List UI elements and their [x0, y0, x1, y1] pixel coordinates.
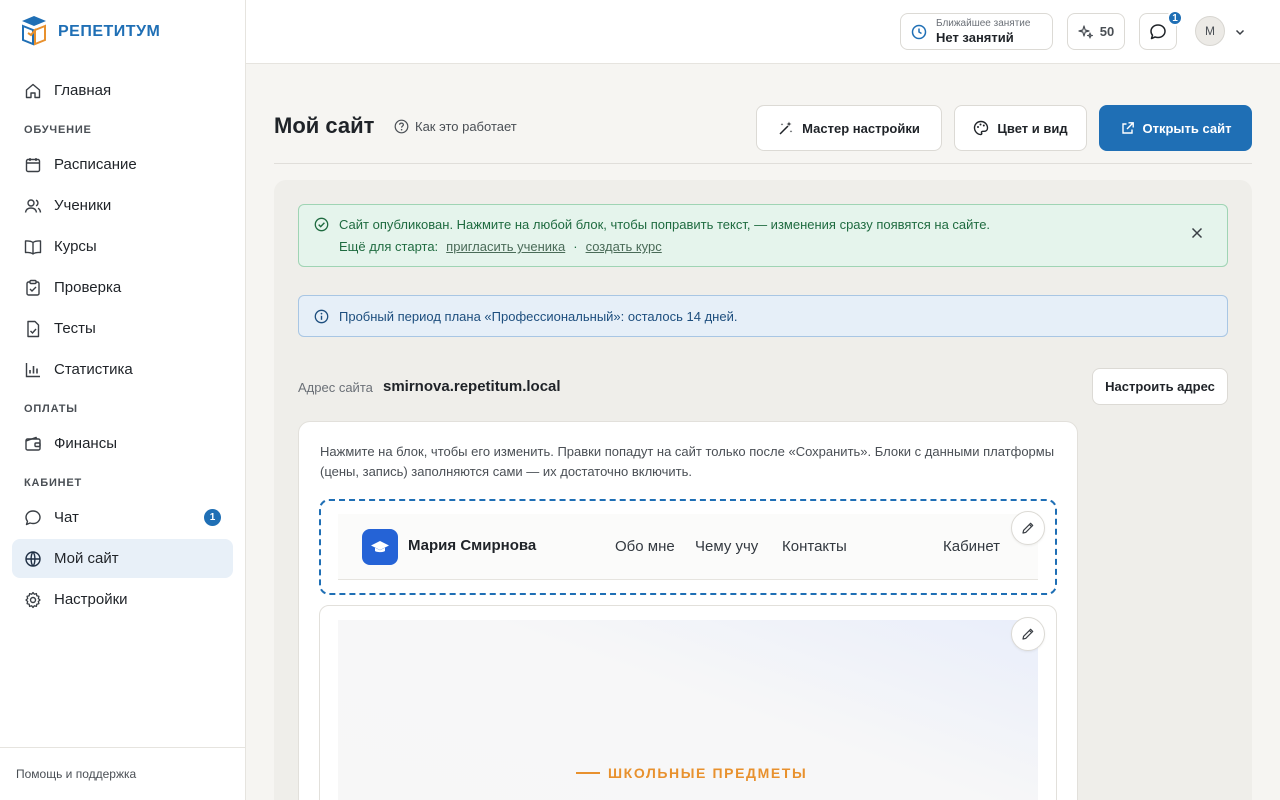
- palette-icon: [974, 120, 989, 136]
- create-course-link[interactable]: создать курс: [586, 239, 662, 254]
- brand-name: РЕПЕТИТУМ: [58, 23, 161, 40]
- chat-bubble-icon: [1150, 23, 1166, 39]
- bar-chart-icon: [25, 362, 40, 377]
- users-icon: [24, 198, 42, 213]
- site-menu-subjects[interactable]: Чему учу: [695, 538, 758, 555]
- sidebar-item-my-site[interactable]: Мой сайт: [12, 539, 233, 578]
- configure-address-button[interactable]: Настроить адрес: [1092, 368, 1228, 405]
- header-divider: [274, 163, 1252, 164]
- edit-header-block-button[interactable]: [1011, 511, 1045, 545]
- brand-logo[interactable]: РЕПЕТИТУМ: [20, 14, 161, 51]
- quick-start-links: Ещё для старта: пригласить ученика · соз…: [339, 239, 662, 254]
- help-circle-icon: [394, 119, 409, 134]
- chevron-down-icon[interactable]: [1234, 25, 1246, 43]
- clock-icon: [911, 24, 927, 39]
- site-menu-contacts[interactable]: Контакты: [782, 538, 847, 555]
- external-link-icon: [1121, 121, 1134, 134]
- book-icon: [24, 239, 42, 255]
- setup-wizard-label: Мастер настройки: [802, 120, 920, 136]
- trial-alert: Пробный период плана «Профессиональный»:…: [298, 295, 1228, 337]
- sidebar-section-payments: ОПЛАТЫ: [24, 403, 78, 415]
- sidebar-item-label: Проверка: [54, 279, 122, 296]
- calendar-icon: [25, 157, 41, 172]
- edit-hero-block-button[interactable]: [1011, 617, 1045, 651]
- graduation-cap-icon: [362, 529, 398, 565]
- close-icon[interactable]: [1191, 226, 1203, 244]
- clipboard-check-icon: [26, 279, 40, 296]
- editor-hint: Нажмите на блок, чтобы его изменить. Пра…: [320, 444, 1055, 479]
- quick-start-label: Ещё для старта:: [339, 239, 439, 254]
- sidebar-item-stats[interactable]: Статистика: [12, 350, 233, 389]
- sidebar-item-label: Ученики: [54, 197, 112, 214]
- hero-eyebrow-text: ШКОЛЬНЫЕ ПРЕДМЕТЫ: [608, 765, 808, 781]
- sidebar-nav: Главная ОБУЧЕНИЕ Расписание Ученики Курс…: [12, 71, 233, 621]
- how-it-works-link[interactable]: Как это работает: [394, 119, 517, 134]
- chat-notification-badge: 1: [1167, 10, 1183, 26]
- eyebrow-dash: [576, 772, 600, 774]
- gear-icon: [25, 591, 41, 608]
- sidebar-item-label: Расписание: [54, 156, 137, 173]
- sidebar-item-tests[interactable]: Тесты: [12, 309, 233, 348]
- help-support-link[interactable]: Помощь и поддержка: [0, 747, 245, 800]
- invite-student-link[interactable]: пригласить ученика: [446, 239, 565, 254]
- theme-button[interactable]: Цвет и вид: [954, 105, 1087, 151]
- sidebar-section-learning: ОБУЧЕНИЕ: [24, 124, 92, 136]
- page-title: Мой сайт: [274, 113, 375, 138]
- sidebar-item-label: Финансы: [54, 435, 117, 452]
- next-lesson-value: Нет занятий: [936, 30, 1014, 45]
- sidebar-item-chat[interactable]: Чат 1: [12, 498, 233, 537]
- sidebar-section-cabinet: КАБИНЕТ: [24, 477, 83, 489]
- points-value: 50: [1099, 24, 1115, 39]
- published-message: Сайт опубликован. Нажмите на любой блок,…: [339, 217, 991, 232]
- sidebar-item-settings[interactable]: Настройки: [12, 580, 233, 619]
- sidebar-item-home[interactable]: Главная: [12, 71, 233, 110]
- open-site-label: Открыть сайт: [1142, 120, 1232, 136]
- globe-icon: [25, 550, 41, 567]
- check-circle-icon: [314, 217, 329, 237]
- sidebar-item-label: Тесты: [54, 320, 96, 337]
- pencil-icon: [1022, 628, 1034, 640]
- wallet-icon: [25, 436, 41, 451]
- site-menu-about[interactable]: Обо мне: [615, 538, 675, 555]
- magic-wand-icon: [779, 121, 793, 135]
- chat-button[interactable]: 1: [1139, 10, 1183, 50]
- sidebar: РЕПЕТИТУМ Главная ОБУЧЕНИЕ Расписание Уч…: [0, 0, 246, 800]
- sidebar-item-label: Статистика: [54, 361, 133, 378]
- sidebar-item-label: Курсы: [54, 238, 97, 255]
- topbar: Ближайшее занятие Нет занятий 50 1 М: [246, 0, 1280, 64]
- home-icon: [25, 83, 41, 98]
- next-lesson-widget[interactable]: Ближайшее занятие Нет занятий: [900, 13, 1053, 50]
- sidebar-item-courses[interactable]: Курсы: [12, 227, 233, 266]
- chat-bubble-icon: [25, 509, 41, 525]
- points-button[interactable]: 50: [1067, 13, 1125, 50]
- published-alert: Сайт опубликован. Нажмите на любой блок,…: [298, 204, 1228, 267]
- info-icon: [314, 309, 329, 323]
- next-lesson-label: Ближайшее занятие: [936, 18, 1031, 29]
- pencil-icon: [1022, 522, 1034, 534]
- file-check-icon: [27, 320, 40, 337]
- site-address-label: Адрес сайта: [298, 380, 373, 395]
- sidebar-item-students[interactable]: Ученики: [12, 186, 233, 225]
- chat-unread-badge: 1: [204, 509, 221, 526]
- trial-message: Пробный период плана «Профессиональный»:…: [339, 308, 738, 324]
- sidebar-item-finance[interactable]: Финансы: [12, 424, 233, 463]
- open-site-button[interactable]: Открыть сайт: [1099, 105, 1252, 151]
- sidebar-item-label: Чат: [54, 509, 79, 526]
- avatar[interactable]: М: [1195, 16, 1225, 46]
- hero-eyebrow: ШКОЛЬНЫЕ ПРЕДМЕТЫ: [576, 765, 807, 781]
- site-address-value: smirnova.repetitum.local: [383, 378, 561, 395]
- sidebar-item-label: Мой сайт: [54, 550, 119, 567]
- sidebar-item-review[interactable]: Проверка: [12, 268, 233, 307]
- site-menu-cabinet[interactable]: Кабинет: [943, 538, 1000, 555]
- sidebar-item-schedule[interactable]: Расписание: [12, 145, 233, 184]
- sidebar-item-label: Главная: [54, 82, 112, 99]
- sparkles-icon: [1078, 24, 1093, 39]
- link-separator: ·: [573, 239, 578, 254]
- sidebar-item-label: Настройки: [54, 591, 128, 608]
- logo-icon: [20, 14, 48, 51]
- setup-wizard-button[interactable]: Мастер настройки: [756, 105, 942, 151]
- how-it-works-label: Как это работает: [415, 119, 517, 134]
- theme-label: Цвет и вид: [997, 120, 1068, 136]
- site-owner-name: Мария Смирнова: [408, 537, 537, 554]
